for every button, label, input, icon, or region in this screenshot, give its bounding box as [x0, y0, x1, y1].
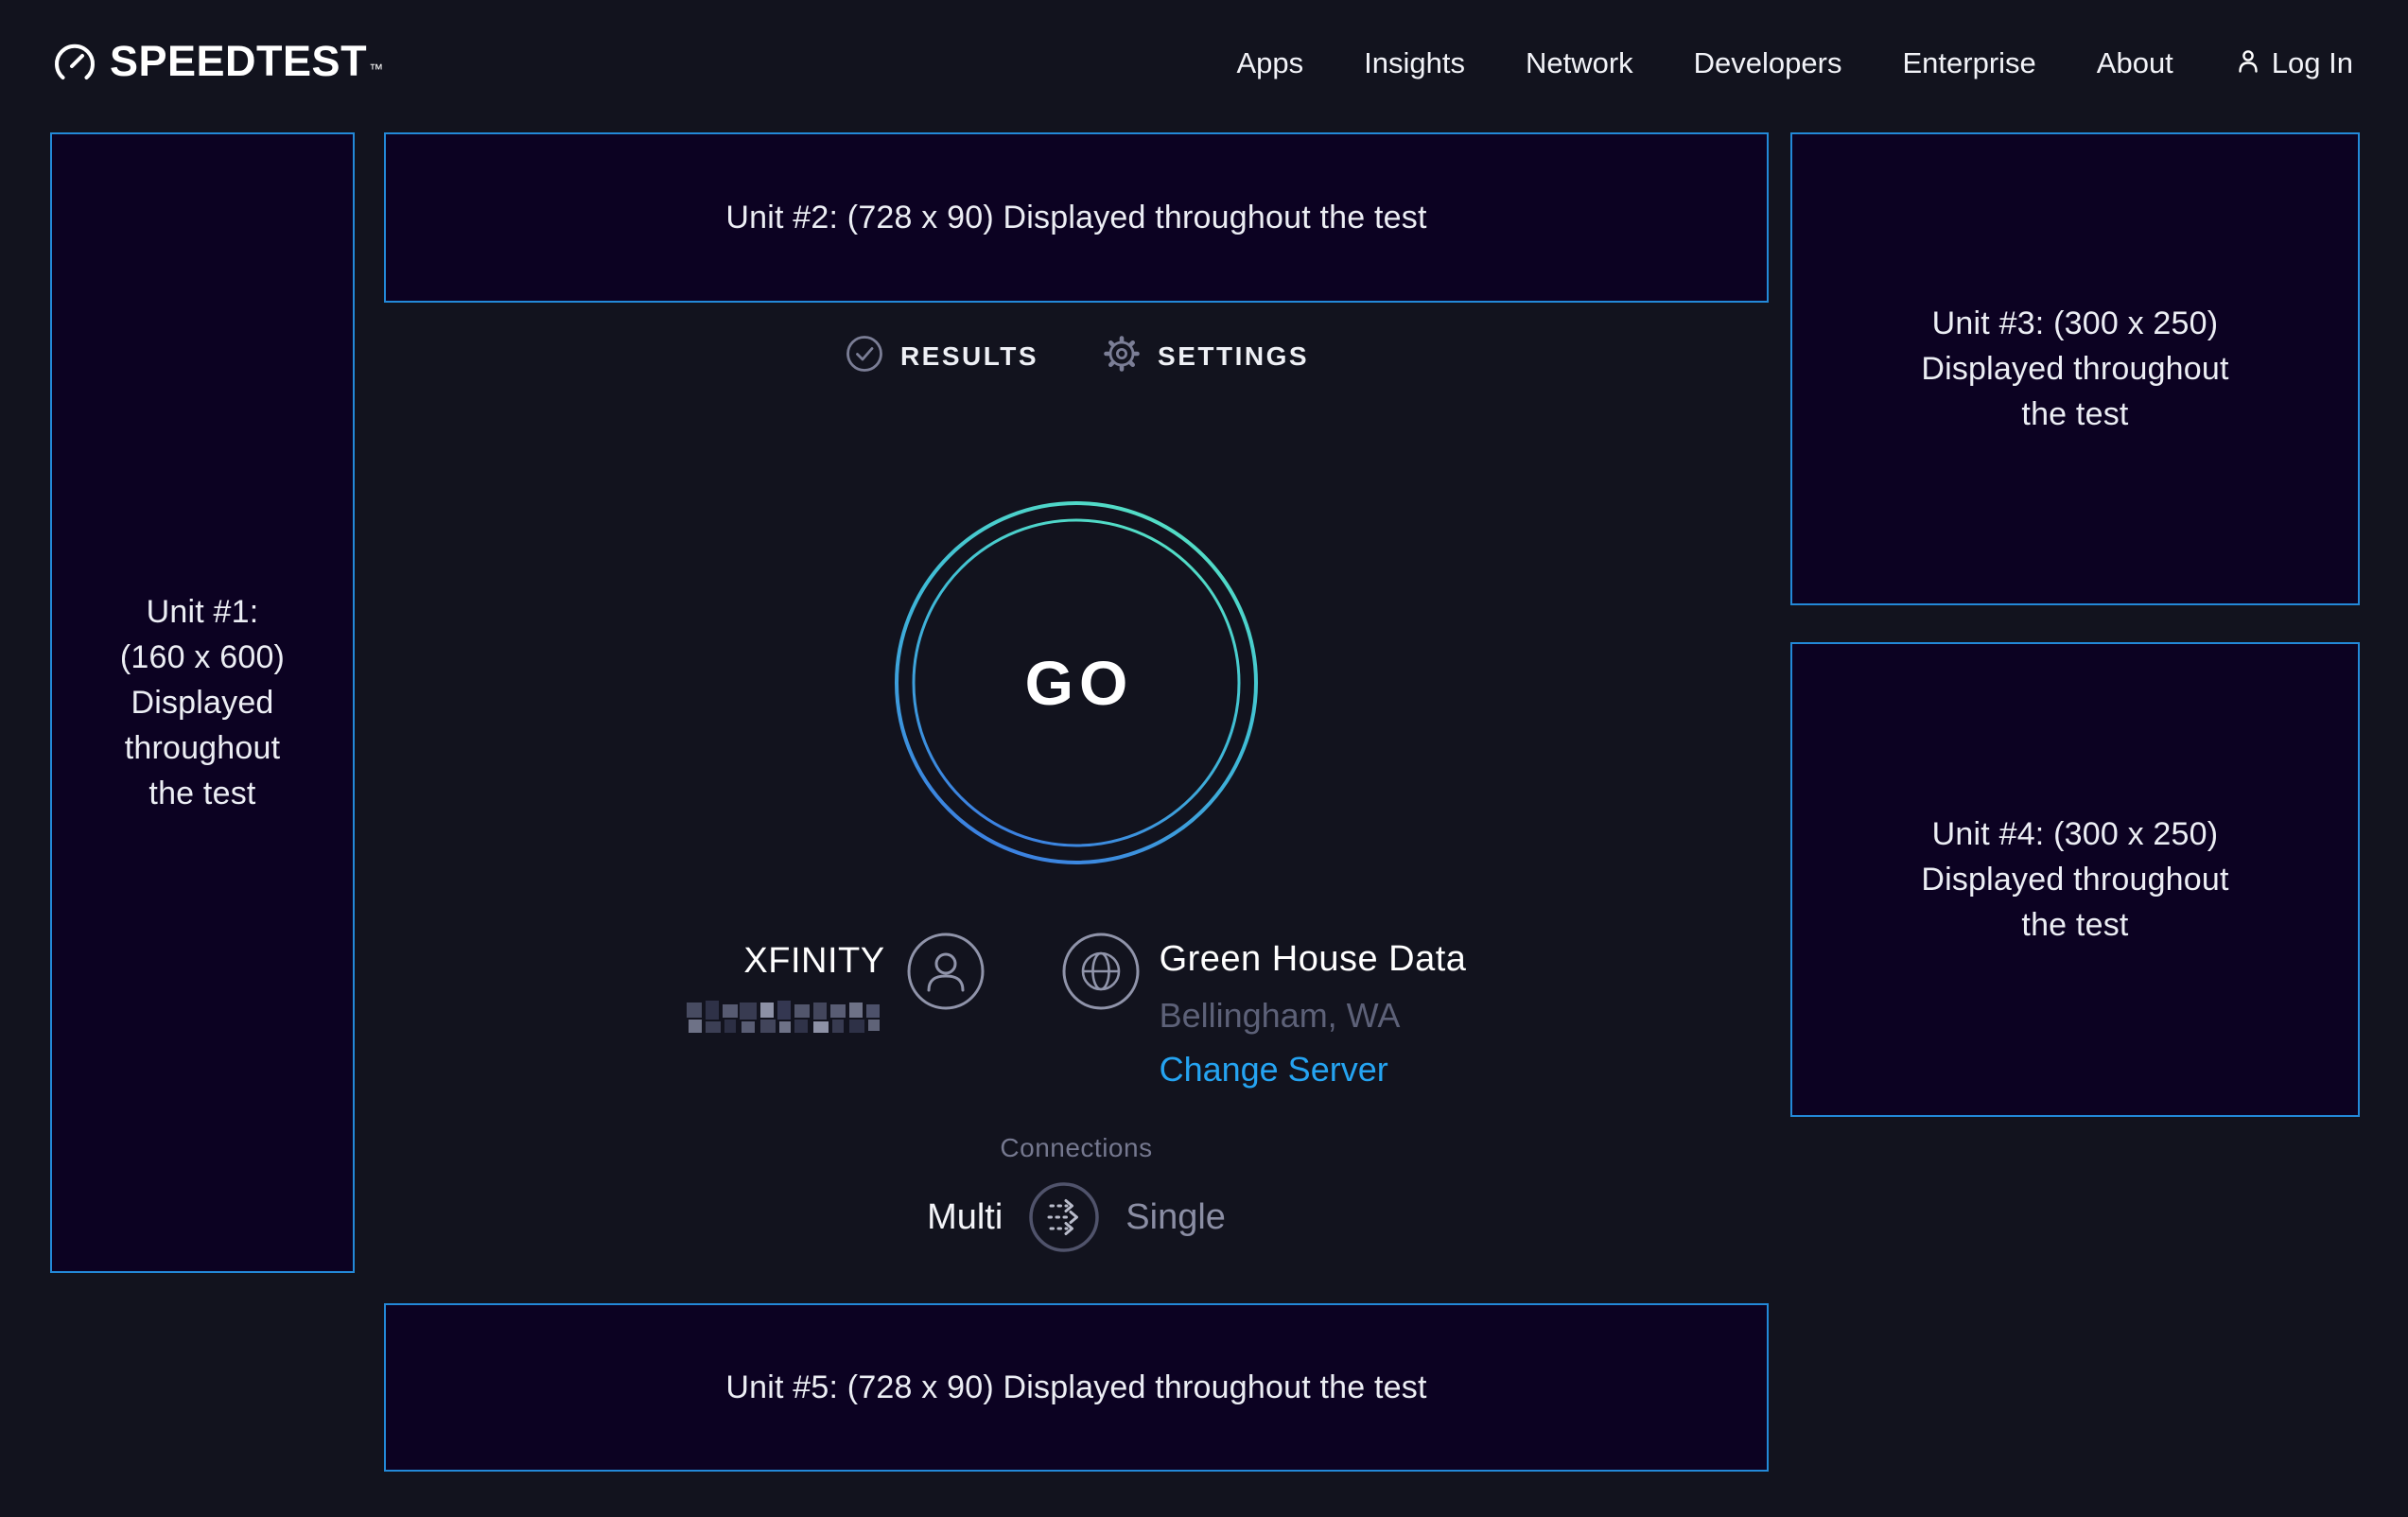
trademark-mark: ™ [369, 61, 383, 78]
ad-unit-5: Unit #5: (728 x 90) Displayed throughout… [384, 1303, 1769, 1472]
tab-settings-label: SETTINGS [1158, 341, 1309, 372]
nav-item-developers[interactable]: Developers [1694, 46, 1842, 80]
server-location: Bellingham, WA [1160, 996, 1401, 1036]
header: SPEEDTEST™ Apps Insights Network Develop… [0, 0, 2408, 127]
ad-unit-2: Unit #2: (728 x 90) Displayed throughout… [384, 132, 1769, 303]
connection-info-row: XFINITY [384, 932, 1769, 1090]
ad-unit-3-label: Unit #3: (300 x 250) Displayed throughou… [1921, 301, 2228, 437]
multi-connection-arrows-icon [1027, 1180, 1101, 1254]
tab-results-label: RESULTS [900, 341, 1038, 372]
nav-item-network[interactable]: Network [1526, 46, 1633, 80]
tab-results[interactable]: RESULTS [844, 333, 1038, 379]
client-info: XFINITY [687, 932, 986, 1045]
connections-option-multi[interactable]: Multi [927, 1197, 1003, 1238]
connections-toggle-row: Multi Single [384, 1180, 1769, 1254]
ad-unit-4: Unit #4: (300 x 250) Displayed throughou… [1790, 642, 2360, 1117]
ad-unit-1-label: Unit #1: (160 x 600) Displayed throughou… [120, 589, 285, 816]
globe-icon [1061, 932, 1141, 1016]
nav-item-about[interactable]: About [2097, 46, 2173, 80]
check-circle-icon [844, 333, 885, 379]
connections-label: Connections [1000, 1133, 1152, 1163]
change-server-link[interactable]: Change Server [1160, 1050, 1388, 1090]
connections-section: Connections [384, 1133, 1769, 1163]
ad-unit-5-label: Unit #5: (728 x 90) Displayed throughout… [725, 1365, 1426, 1410]
gear-icon [1101, 333, 1143, 379]
speedtest-gauge-icon [53, 37, 96, 91]
server-name: Green House Data [1160, 939, 1467, 980]
ad-unit-1: Unit #1: (160 x 600) Displayed throughou… [50, 132, 355, 1273]
ad-unit-2-label: Unit #2: (728 x 90) Displayed throughout… [725, 195, 1426, 240]
login-label: Log In [2272, 46, 2353, 80]
isp-name: XFINITY [743, 941, 884, 982]
tab-settings[interactable]: SETTINGS [1101, 333, 1309, 379]
nav-item-insights[interactable]: Insights [1364, 46, 1465, 80]
speedtest-logo[interactable]: SPEEDTEST™ [53, 37, 381, 91]
ad-unit-3: Unit #3: (300 x 250) Displayed throughou… [1790, 132, 2360, 605]
speedtest-page: SPEEDTEST™ Apps Insights Network Develop… [0, 0, 2408, 1517]
person-icon [2234, 46, 2262, 81]
connections-toggle[interactable] [1027, 1180, 1101, 1254]
server-info: Green House Data Bellingham, WA Change S… [1061, 932, 1467, 1090]
view-tabs: RESULTS [384, 333, 1769, 379]
ad-unit-4-label: Unit #4: (300 x 250) Displayed throughou… [1921, 811, 2228, 948]
login-button[interactable]: Log In [2234, 46, 2353, 81]
go-button[interactable]: GO [887, 494, 1265, 872]
nav-item-apps[interactable]: Apps [1236, 46, 1303, 80]
brand-name: SPEEDTEST [110, 37, 367, 85]
nav-item-enterprise[interactable]: Enterprise [1902, 46, 2035, 80]
redacted-ip-blur [687, 997, 885, 1045]
main-nav: Apps Insights Network Developers Enterpr… [1236, 46, 2353, 81]
connections-option-single[interactable]: Single [1125, 1197, 1226, 1238]
user-icon [906, 932, 986, 1016]
go-button-label: GO [887, 494, 1265, 872]
